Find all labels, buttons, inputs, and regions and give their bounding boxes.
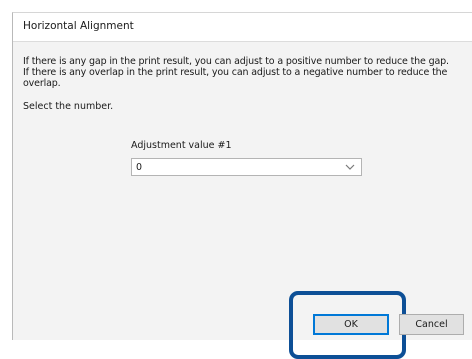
adjustment-value-label: Adjustment value #1 (131, 140, 232, 151)
dialog-titlebar: Horizontal Alignment (13, 13, 472, 42)
select-number-prompt: Select the number. (23, 101, 114, 112)
chevron-down-icon (345, 164, 355, 170)
cancel-button[interactable]: Cancel (399, 314, 464, 335)
dialog-title: Horizontal Alignment (23, 20, 134, 32)
horizontal-alignment-dialog: Horizontal Alignment If there is any gap… (12, 12, 472, 359)
adjustment-value-dropdown[interactable]: 0 (131, 158, 362, 176)
adjustment-value-selected: 0 (136, 162, 143, 173)
instruction-line-2: If there is any overlap in the print res… (23, 67, 448, 78)
instruction-line-1: If there is any gap in the print result,… (23, 56, 449, 67)
instruction-line-3: overlap. (23, 78, 61, 89)
ok-button[interactable]: OK (313, 314, 389, 335)
